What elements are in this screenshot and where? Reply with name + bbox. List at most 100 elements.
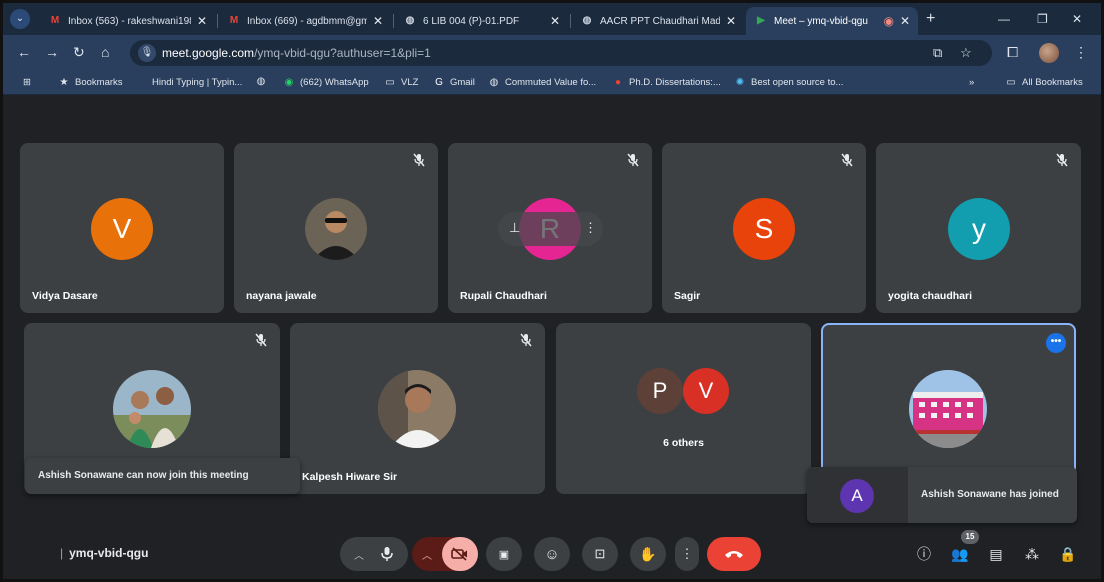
bookmark-item[interactable]: Hindi Typing | Typin... (152, 76, 242, 90)
globe-icon: ◍ (582, 15, 592, 26)
reactions-button[interactable]: ☺ (534, 537, 570, 571)
bookmark-item[interactable]: G Gmail (433, 76, 475, 90)
bookmarks-overflow[interactable]: » (969, 76, 974, 90)
avatar: P (637, 368, 683, 414)
browser-toolbar: ← → ↻ ⌂ 🎙 meet.google.com/ymq-vbid-qgu?a… (3, 35, 1101, 71)
profile-avatar[interactable] (1039, 43, 1059, 63)
forward-icon[interactable]: → (45, 44, 59, 60)
gmail-badge-icon: M (50, 15, 60, 26)
present-screen-icon: ⊡ (594, 546, 606, 561)
google-icon: G (435, 77, 443, 88)
globe-icon: ◍ (256, 76, 266, 87)
hand-icon: ✋ (639, 545, 657, 562)
more-options-button[interactable]: ⋮ (675, 537, 699, 571)
bookmark-item[interactable]: ◍ Commuted Value fo... (488, 76, 597, 90)
bookmark-star-icon[interactable]: ☆ (960, 45, 972, 61)
folder-icon: ▭ (385, 77, 395, 88)
tab-pdf[interactable]: ◍ 6 LIB 004 (P)-01.PDF ✕ (395, 7, 568, 35)
activities-icon[interactable]: ⁂ (1022, 544, 1042, 564)
app-icon: ✺ (735, 77, 745, 88)
open-in-app-icon[interactable]: ⧉ (933, 45, 942, 61)
camera-control[interactable]: ︿ (412, 537, 478, 571)
pdf-icon: ● (614, 77, 622, 88)
kebab-menu-icon: ⋮ (680, 546, 694, 561)
mic-off-icon (841, 153, 853, 167)
close-icon[interactable]: ✕ (900, 14, 910, 28)
avatar: y (948, 198, 1010, 260)
participant-tile[interactable]: nayana jawale (234, 143, 438, 313)
chevron-up-icon[interactable]: ︿ (354, 547, 364, 562)
site-info-icon[interactable]: 🎙 (138, 44, 156, 62)
meet-icon: ▶ (757, 15, 765, 26)
url-text: meet.google.com/ymq-vbid-qgu?authuser=1&… (162, 46, 431, 60)
reload-icon[interactable]: ↻ (73, 44, 85, 60)
leave-call-button[interactable] (707, 537, 761, 571)
participant-name: Rupali Chaudhari (460, 290, 547, 302)
window-close-icon[interactable]: ✕ (1072, 12, 1082, 26)
bookmark-item[interactable]: ✺ Best open source to... (734, 76, 844, 90)
participant-count-badge: 15 (961, 530, 979, 544)
close-icon[interactable]: ✕ (726, 14, 736, 28)
tab-aacr-ppt[interactable]: ◍ AACR PPT Chaudhari Madan ✕ (572, 7, 744, 35)
tab-meet[interactable]: ▶ Meet – ymq-vbid-qgu ◉ ✕ (746, 7, 918, 35)
globe-icon: ◍ (489, 77, 499, 88)
tab-inbox-rakeshwani[interactable]: M Inbox (563) - rakeshwani198 ✕ (40, 7, 215, 35)
close-icon[interactable]: ✕ (550, 14, 560, 28)
more-options-icon[interactable]: ⋮ (584, 220, 597, 236)
participant-tile[interactable]: S Sagir (662, 143, 866, 313)
camera-off-button[interactable] (442, 537, 478, 571)
chat-icon[interactable]: ▤ (986, 544, 1006, 564)
pin-icon[interactable]: ⊥ (509, 220, 520, 236)
participant-tile[interactable]: R ⊥ ⋮ Rupali Chaudhari (448, 143, 652, 313)
all-bookmarks[interactable]: ▭ All Bookmarks (1005, 76, 1082, 90)
tile-hover-controls: ⊥ ⋮ (498, 212, 603, 246)
gmail-icon: M (229, 15, 239, 26)
chevron-up-icon[interactable]: ︿ (422, 547, 432, 562)
mic-off-icon (255, 333, 267, 347)
globe-icon: ◍ (405, 15, 415, 26)
close-icon[interactable]: ✕ (373, 14, 383, 28)
browser-tab-strip: ⌄ M Inbox (563) - rakeshwani198 ✕ M Inbo… (3, 3, 1101, 35)
bookmark-item[interactable]: ◉ (662) WhatsApp (283, 76, 369, 90)
whatsapp-icon: ◉ (284, 77, 294, 88)
more-options-icon[interactable]: ••• (1046, 333, 1066, 353)
minimize-icon[interactable]: — (998, 12, 1010, 26)
bookmark-item[interactable]: ◍ (255, 76, 272, 88)
participant-tile[interactable]: V Vidya Dasare (20, 143, 224, 313)
bookmark-item[interactable]: ★ Bookmarks (58, 76, 123, 90)
captions-button[interactable]: ▣ (486, 537, 522, 571)
present-button[interactable]: ⊡ (582, 537, 618, 571)
bookmark-item[interactable]: ▭ VLZ (384, 76, 418, 90)
participant-photo (113, 370, 191, 448)
avatar: V (91, 198, 153, 260)
participant-photo (909, 370, 987, 448)
new-tab-icon[interactable]: + (926, 11, 935, 27)
participant-name: Kalpesh Hiware Sir (302, 471, 398, 483)
raise-hand-button[interactable]: ✋ (630, 537, 666, 571)
join-request-toast: Ashish Sonawane can now join this meetin… (25, 458, 300, 494)
back-icon[interactable]: ← (17, 44, 31, 60)
avatar: S (733, 198, 795, 260)
kebab-menu-icon[interactable]: ⋮ (1074, 44, 1088, 60)
extensions-icon[interactable]: ⧠ (1007, 44, 1018, 60)
participant-tile[interactable]: Kalpesh Hiware Sir (290, 323, 545, 494)
apps-grid-icon[interactable]: ⊞ (23, 76, 31, 90)
participant-name: Sagir (674, 290, 701, 302)
bookmark-item[interactable]: ● Ph.D. Dissertations:... (612, 76, 721, 90)
mic-off-icon (413, 153, 425, 167)
mic-off-icon (627, 153, 639, 167)
info-icon[interactable]: ⓘ (914, 544, 934, 564)
people-icon[interactable]: 👥 (950, 544, 970, 564)
participant-tile[interactable]: y yogita chaudhari (876, 143, 1081, 313)
address-bar[interactable]: 🎙 meet.google.com/ymq-vbid-qgu?authuser=… (130, 40, 992, 66)
close-icon[interactable]: ✕ (197, 14, 207, 28)
participant-name: yogita chaudhari (888, 290, 973, 302)
host-controls-icon[interactable]: 🔒 (1058, 544, 1078, 564)
tab-inbox-agdbmm[interactable]: M Inbox (669) - agdbmm@gm ✕ (219, 7, 391, 35)
mic-off-icon (1056, 153, 1068, 167)
mic-control[interactable]: ︿ (340, 537, 408, 571)
tab-search-icon[interactable]: ⌄ (10, 9, 30, 29)
restore-icon[interactable]: ❐ (1037, 12, 1048, 26)
home-icon[interactable]: ⌂ (101, 44, 109, 60)
others-tile[interactable]: P V 6 others (556, 323, 811, 494)
